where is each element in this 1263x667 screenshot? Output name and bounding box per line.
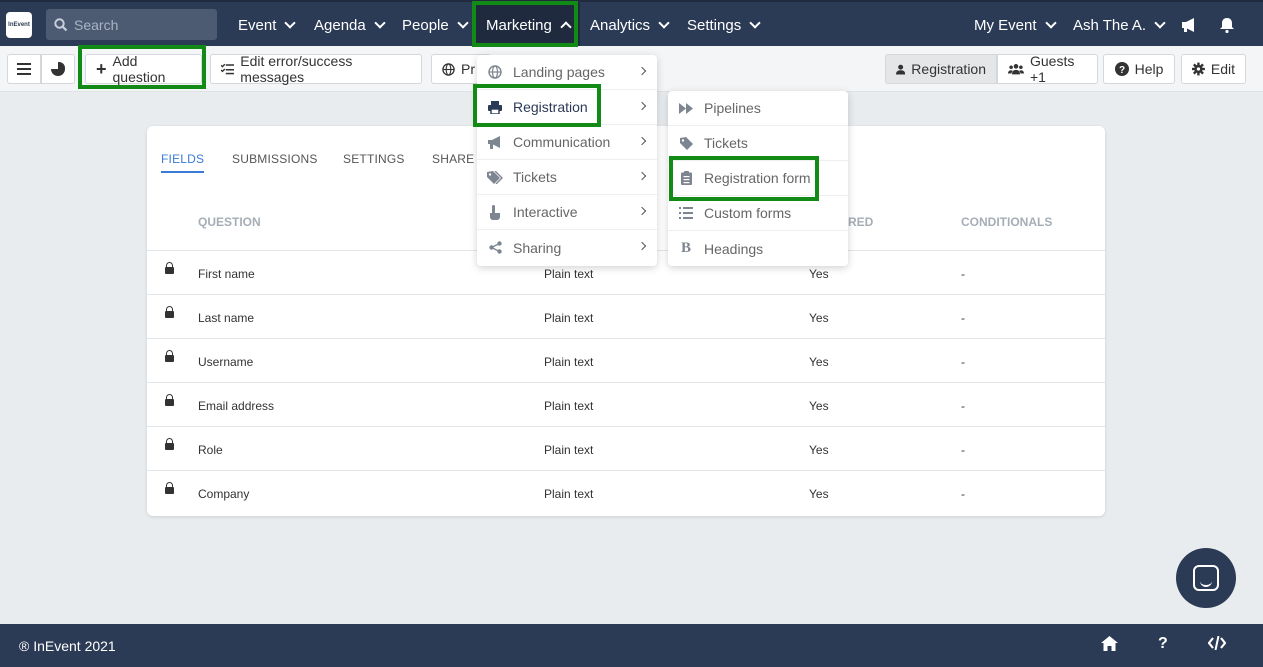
submenu-item-pipelines[interactable]: Pipelines	[668, 91, 848, 126]
chevron-down-icon	[749, 16, 761, 29]
nav-settings[interactable]: Settings	[687, 2, 761, 48]
chevron-down-icon	[374, 16, 386, 29]
megaphone-icon	[487, 135, 503, 149]
globe-icon	[442, 62, 455, 76]
announcements-button[interactable]	[1180, 2, 1198, 48]
chevron-right-icon	[637, 241, 647, 251]
table-row[interactable]: Company Plain text Yes -	[147, 470, 1105, 514]
printer-icon	[487, 100, 503, 114]
fast-forward-icon	[678, 101, 694, 115]
help-icon[interactable]: ?	[1158, 635, 1168, 653]
submenu-item-headings[interactable]: B Headings	[668, 231, 848, 266]
notifications-button[interactable]	[1219, 2, 1235, 48]
nav-analytics[interactable]: Analytics	[590, 2, 670, 48]
top-navbar: InEvent Event Agenda People Marketing An…	[0, 0, 1263, 48]
tab-settings[interactable]: SETTINGS	[343, 152, 405, 166]
chat-icon	[1193, 565, 1219, 591]
tab-submissions[interactable]: SUBMISSIONS	[232, 152, 318, 166]
menu-item-registration[interactable]: Registration	[477, 90, 657, 125]
chevron-up-icon	[560, 21, 572, 33]
nav-my-event[interactable]: My Event	[974, 2, 1057, 48]
chevron-right-icon	[637, 101, 647, 111]
question-circle-icon: ?	[1114, 62, 1129, 76]
chevron-right-icon	[637, 171, 647, 181]
menu-item-tickets[interactable]: Tickets	[477, 160, 657, 195]
lock-icon	[165, 394, 174, 406]
menu-icon	[17, 63, 31, 75]
submenu-item-custom-forms[interactable]: Custom forms	[668, 196, 848, 231]
hand-pointer-icon	[487, 204, 503, 220]
chevron-down-icon	[1044, 16, 1057, 29]
footer: ® InEvent 2021 ?	[0, 624, 1263, 667]
share-icon	[487, 241, 503, 255]
search-box[interactable]	[46, 9, 217, 40]
menu-item-landing-pages[interactable]: Landing pages	[477, 55, 657, 90]
pie-chart-icon	[51, 62, 65, 76]
table-row[interactable]: Email address Plain text Yes -	[147, 382, 1105, 426]
lock-icon	[165, 262, 174, 274]
column-header-question: QUESTION	[198, 215, 261, 229]
chevron-down-icon	[284, 16, 297, 29]
search-input[interactable]	[74, 16, 204, 33]
svg-text:?: ?	[1119, 65, 1125, 76]
registration-submenu: Pipelines Tickets Registration form Cust…	[668, 91, 848, 266]
add-question-button[interactable]: + Add question	[85, 53, 202, 85]
clipboard-icon	[678, 171, 694, 185]
table-row[interactable]: Username Plain text Yes -	[147, 338, 1105, 382]
copyright-text: ® InEvent 2021	[19, 638, 116, 654]
lock-icon	[165, 438, 174, 450]
checklist-icon	[221, 63, 235, 75]
users-icon	[1008, 64, 1024, 75]
submenu-item-registration-form[interactable]: Registration form	[668, 161, 848, 196]
edit-button[interactable]: Edit	[1181, 54, 1246, 84]
help-button[interactable]: ? Help	[1103, 54, 1175, 84]
chevron-right-icon	[637, 136, 647, 146]
stats-button[interactable]	[41, 54, 75, 84]
registration-view-button[interactable]: Registration	[885, 54, 997, 84]
megaphone-icon	[1182, 18, 1194, 32]
nav-people[interactable]: People	[402, 2, 469, 48]
chevron-right-icon	[637, 66, 647, 76]
column-header-required: RED	[848, 215, 874, 229]
code-icon[interactable]	[1208, 636, 1226, 650]
inevent-logo[interactable]: InEvent	[6, 12, 32, 38]
table-row[interactable]: Role Plain text Yes -	[147, 426, 1105, 470]
nav-user-menu[interactable]: Ash The A.	[1073, 2, 1166, 48]
nav-agenda[interactable]: Agenda	[314, 2, 386, 48]
column-header-conditionals: CONDITIONALS	[961, 215, 1053, 229]
lock-icon	[165, 350, 174, 362]
table-row[interactable]: Last name Plain text Yes -	[147, 294, 1105, 338]
chevron-right-icon	[637, 206, 647, 216]
plus-icon: +	[96, 59, 107, 79]
chevron-down-icon	[1154, 16, 1166, 29]
menu-item-interactive[interactable]: Interactive	[477, 195, 657, 230]
chevron-down-icon	[658, 16, 670, 29]
tag-icon	[678, 136, 694, 150]
sidebar-toggle-button[interactable]	[7, 54, 41, 84]
nav-marketing[interactable]: Marketing	[476, 2, 580, 48]
tags-icon	[487, 170, 503, 184]
gear-icon	[1192, 62, 1205, 76]
lock-icon	[165, 306, 174, 318]
marketing-dropdown-menu: Landing pages Registration Communication…	[477, 55, 657, 266]
chevron-down-icon	[457, 16, 469, 29]
globe-icon	[487, 65, 503, 79]
submenu-item-tickets[interactable]: Tickets	[668, 126, 848, 161]
bold-icon: B	[680, 240, 691, 256]
guests-view-button[interactable]: Guests +1	[997, 53, 1098, 85]
chat-launcher-button[interactable]	[1176, 548, 1236, 608]
menu-item-sharing[interactable]: Sharing	[477, 230, 657, 265]
lock-icon	[165, 482, 174, 494]
user-icon	[896, 64, 906, 75]
nav-event[interactable]: Event	[238, 2, 297, 48]
bell-icon	[1220, 18, 1234, 33]
home-icon[interactable]	[1101, 636, 1118, 651]
tab-fields[interactable]: FIELDS	[161, 152, 205, 173]
menu-item-communication[interactable]: Communication	[477, 125, 657, 160]
search-icon	[54, 17, 68, 31]
list-icon	[678, 206, 694, 220]
tab-share[interactable]: SHARE	[432, 152, 474, 166]
edit-messages-button[interactable]: Edit error/success messages	[210, 53, 422, 85]
